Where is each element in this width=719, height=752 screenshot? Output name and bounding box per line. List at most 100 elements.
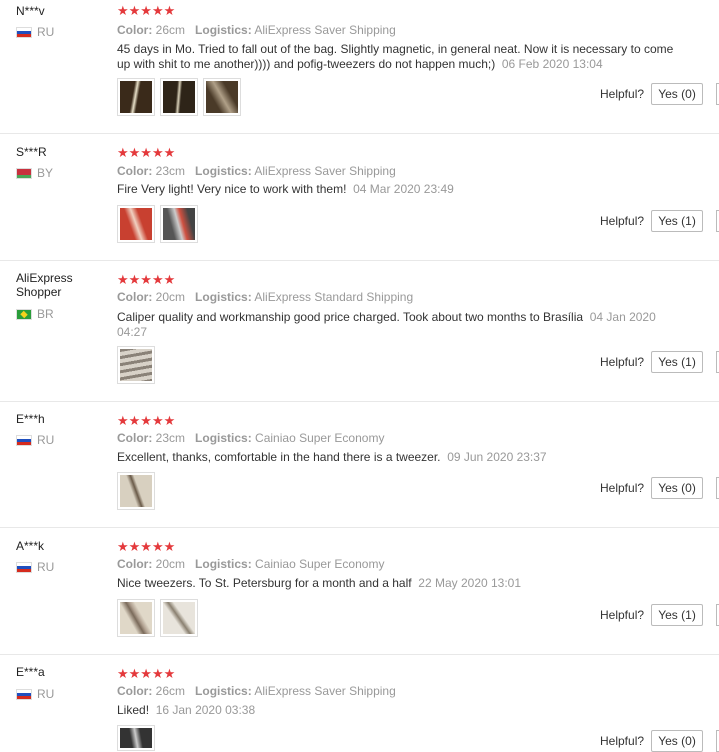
review-photo[interactable] [117, 472, 155, 510]
reviewer-country: RU [16, 433, 54, 447]
logistics-value: Cainiao Super Economy [255, 431, 385, 445]
helpful-section: Helpful? Yes (1) [600, 604, 704, 626]
country-code: RU [37, 25, 55, 39]
helpful-section: Helpful? Yes (1) [600, 351, 704, 373]
logistics-value: AliExpress Saver Shipping [254, 164, 396, 178]
logistics-value: AliExpress Standard Shipping [254, 290, 414, 304]
russia-flag-icon [16, 688, 32, 700]
review-item: N***v RU ★★★★★ Color: 26cm Logistics: Al… [0, 0, 719, 134]
logistics-label: Logistics: [195, 164, 252, 178]
review-date: 06 Feb 2020 13:04 [501, 57, 603, 71]
review-photos [117, 205, 198, 243]
brazil-flag-icon [16, 308, 32, 320]
country-code: RU [37, 433, 55, 447]
russia-flag-icon [16, 26, 32, 38]
review-photo[interactable] [160, 78, 198, 116]
color-value: 23cm [155, 164, 186, 178]
color-label: Color: [117, 290, 153, 304]
review-meta: Color: 26cm Logistics: AliExpress Saver … [117, 684, 396, 698]
logistics-value: Cainiao Super Economy [255, 557, 385, 571]
color-value: 20cm [155, 290, 186, 304]
review-body: Nice tweezers. To St. Petersburg for a m… [117, 576, 412, 590]
color-value: 26cm [155, 684, 186, 698]
helpful-label: Helpful? [600, 734, 645, 748]
review-body: Liked! [117, 703, 150, 717]
helpful-section: Helpful? Yes (1) [600, 210, 704, 232]
helpful-section: Helpful? Yes (0) [600, 83, 704, 105]
review-meta: Color: 20cm Logistics: AliExpress Standa… [117, 290, 413, 304]
review-text: Liked! 16 Jan 2020 03:38 [117, 703, 677, 718]
helpful-yes-button[interactable]: Yes (0) [651, 477, 704, 499]
logistics-label: Logistics: [195, 290, 252, 304]
logistics-value: AliExpress Saver Shipping [254, 23, 396, 37]
color-label: Color: [117, 431, 153, 445]
review-body: Excellent, thanks, comfortable in the ha… [117, 450, 441, 464]
review-item: S***R BY ★★★★★ Color: 23cm Logistics: Al… [0, 134, 719, 261]
review-item: E***a RU ★★★★★ Color: 26cm Logistics: Al… [0, 655, 719, 752]
reviewer-name: N***v [16, 4, 45, 18]
review-date: 22 May 2020 13:01 [418, 576, 522, 590]
color-label: Color: [117, 557, 153, 571]
helpful-label: Helpful? [600, 608, 645, 622]
review-photo[interactable] [117, 205, 155, 243]
helpful-yes-button[interactable]: Yes (1) [651, 351, 704, 373]
reviewer-name: E***a [16, 665, 45, 679]
reviewer-country: RU [16, 687, 54, 701]
color-value: 26cm [155, 23, 186, 37]
star-rating: ★★★★★ [117, 3, 176, 18]
logistics-label: Logistics: [195, 431, 252, 445]
color-value: 20cm [155, 557, 186, 571]
helpful-label: Helpful? [600, 87, 645, 101]
country-code: BY [37, 166, 54, 180]
reviewer-name: E***h [16, 412, 45, 426]
star-rating: ★★★★★ [117, 539, 176, 554]
review-photo[interactable] [160, 599, 198, 637]
review-date: 04 Mar 2020 23:49 [353, 182, 454, 196]
color-label: Color: [117, 164, 153, 178]
review-meta: Color: 23cm Logistics: AliExpress Saver … [117, 164, 396, 178]
review-text: Excellent, thanks, comfortable in the ha… [117, 450, 677, 465]
logistics-label: Logistics: [195, 684, 252, 698]
reviewer-country: BR [16, 307, 54, 321]
review-meta: Color: 20cm Logistics: Cainiao Super Eco… [117, 557, 384, 571]
color-label: Color: [117, 23, 153, 37]
color-label: Color: [117, 684, 153, 698]
star-rating: ★★★★★ [117, 666, 176, 681]
logistics-label: Logistics: [195, 23, 252, 37]
review-date: 16 Jan 2020 03:38 [155, 703, 256, 717]
star-rating: ★★★★★ [117, 413, 176, 428]
logistics-value: AliExpress Saver Shipping [254, 684, 396, 698]
review-photo[interactable] [117, 346, 155, 384]
review-photo[interactable] [160, 205, 198, 243]
helpful-label: Helpful? [600, 481, 645, 495]
reviewer-country: BY [16, 166, 53, 180]
review-photos [117, 346, 155, 384]
country-code: BR [37, 307, 54, 321]
belarus-flag-icon [16, 167, 32, 179]
helpful-yes-button[interactable]: Yes (0) [651, 730, 704, 752]
helpful-yes-button[interactable]: Yes (1) [651, 210, 704, 232]
review-photo[interactable] [117, 599, 155, 637]
review-text: Fire Very light! Very nice to work with … [117, 182, 677, 197]
review-date: 09 Jun 2020 23:37 [447, 450, 547, 464]
review-item: E***h RU ★★★★★ Color: 23cm Logistics: Ca… [0, 402, 719, 528]
review-text: 45 days in Mo. Tried to fall out of the … [117, 42, 677, 72]
star-rating: ★★★★★ [117, 272, 176, 287]
review-item: AliExpress Shopper BR ★★★★★ Color: 20cm … [0, 261, 719, 402]
review-photo[interactable] [117, 725, 155, 751]
helpful-yes-button[interactable]: Yes (0) [651, 83, 704, 105]
reviewer-country: RU [16, 25, 54, 39]
review-photos [117, 725, 155, 751]
helpful-section: Helpful? Yes (0) [600, 730, 704, 752]
review-meta: Color: 26cm Logistics: AliExpress Saver … [117, 23, 396, 37]
helpful-yes-button[interactable]: Yes (1) [651, 604, 704, 626]
review-photo[interactable] [203, 78, 241, 116]
reviewer-name: S***R [16, 145, 47, 159]
star-rating: ★★★★★ [117, 145, 176, 160]
russia-flag-icon [16, 434, 32, 446]
reviewer-name: AliExpress Shopper [16, 271, 73, 299]
review-photo[interactable] [117, 78, 155, 116]
review-text: Nice tweezers. To St. Petersburg for a m… [117, 576, 677, 591]
color-value: 23cm [155, 431, 186, 445]
review-photos [117, 599, 198, 637]
